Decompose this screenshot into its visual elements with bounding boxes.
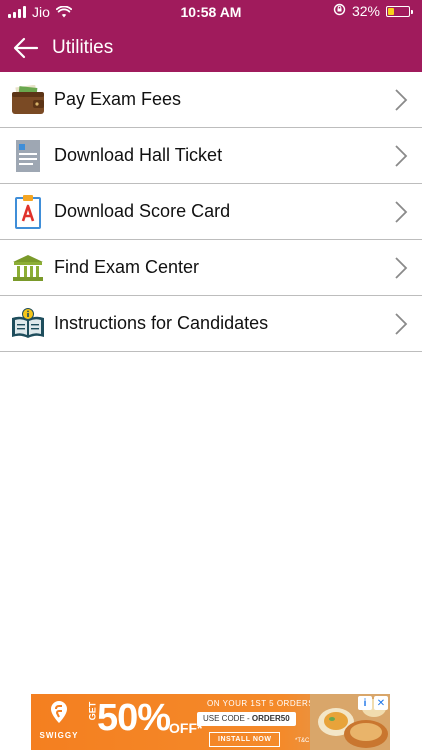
back-button[interactable]: [2, 24, 50, 72]
ad-close-icon[interactable]: ✕: [374, 696, 388, 710]
swiggy-pin-icon: [51, 701, 67, 723]
score-card-icon: [10, 194, 46, 230]
nav-bar: Utilities: [0, 24, 422, 72]
status-right: 32%: [333, 3, 413, 19]
arrow-left-icon: [13, 37, 39, 59]
menu-item-find-exam-center[interactable]: Find Exam Center: [0, 240, 422, 296]
chevron-right-icon: [395, 145, 408, 167]
ad-terms: *T&C: [295, 738, 310, 744]
menu-item-pay-exam-fees[interactable]: Pay Exam Fees: [0, 72, 422, 128]
menu-item-label: Download Score Card: [54, 201, 231, 221]
battery-percent: 32%: [351, 3, 380, 19]
chevron-right-icon: [395, 201, 408, 223]
ad-tagline: ON YOUR 1ST 5 ORDERS: [207, 699, 315, 708]
document-icon: [10, 138, 46, 174]
ad-percent: 50%: [97, 697, 171, 739]
chevron-right-icon: [395, 89, 408, 111]
ad-banner[interactable]: SWIGGY GET 50% OFF* ON YOUR 1ST 5 ORDERS…: [31, 694, 390, 750]
chevron-right-icon: [395, 313, 408, 335]
menu-item-label: Download Hall Ticket: [54, 145, 223, 165]
book-info-icon: [10, 306, 46, 342]
status-bar: Jio 10:58 AM 32%: [0, 0, 422, 24]
ad-code-label: USE CODE -: [203, 714, 250, 723]
app-header: Jio 10:58 AM 32% Utilities: [0, 0, 422, 72]
ad-info-icon[interactable]: i: [358, 696, 372, 710]
ad-install-button[interactable]: INSTALL NOW: [209, 732, 281, 747]
page-title: Utilities: [52, 37, 114, 58]
battery-icon: [386, 5, 413, 17]
building-icon: [10, 250, 46, 286]
menu-item-download-hall-ticket[interactable]: Download Hall Ticket: [0, 128, 422, 184]
ad-get-label: GET: [87, 701, 98, 721]
ad-promo-code: USE CODE - ORDER50: [197, 712, 296, 726]
wallet-icon: [10, 82, 46, 118]
battery-level-fill: [388, 7, 394, 15]
swiggy-logo: SWIGGY: [37, 700, 81, 740]
orientation-lock-icon: [333, 3, 346, 19]
chevron-right-icon: [395, 257, 408, 279]
menu-item-label: Instructions for Candidates: [54, 313, 269, 333]
menu-item-download-score-card[interactable]: Download Score Card: [0, 184, 422, 240]
ad-code-value: ORDER50: [251, 714, 290, 723]
ad-choices: i ✕: [358, 696, 388, 710]
utilities-list: Pay Exam Fees Download Hall Ticket Downl…: [0, 72, 422, 352]
menu-item-instructions-for-candidates[interactable]: Instructions for Candidates: [0, 296, 422, 352]
menu-item-label: Find Exam Center: [54, 257, 200, 277]
ad-brand: SWIGGY: [39, 731, 79, 740]
menu-item-label: Pay Exam Fees: [54, 89, 182, 109]
